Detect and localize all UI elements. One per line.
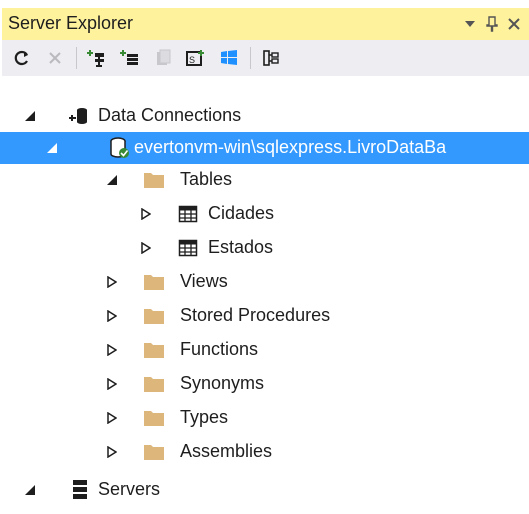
- connect-to-server-icon[interactable]: [117, 45, 143, 71]
- tree-label: Data Connections: [98, 105, 242, 125]
- tree-node-functions[interactable]: Functions: [0, 334, 529, 366]
- folder-icon: [142, 441, 166, 463]
- toolbar: S: [2, 40, 529, 76]
- tree-node-assemblies[interactable]: Assemblies: [0, 436, 529, 468]
- connect-to-azure-icon[interactable]: S: [183, 45, 209, 71]
- folder-icon: [142, 271, 166, 293]
- dropdown-arrow-icon[interactable]: [459, 11, 481, 37]
- tree-node-connection[interactable]: evertonvm-win\sqlexpress.LivroDataBa: [0, 132, 529, 164]
- expanded-arrow-icon[interactable]: [44, 140, 60, 156]
- close-icon[interactable]: [503, 11, 525, 37]
- tree-label: Estados: [208, 237, 274, 257]
- expanded-arrow-icon[interactable]: [104, 172, 120, 188]
- database-connection-icon: [108, 137, 132, 159]
- tree-label: Tables: [180, 169, 233, 189]
- tree-node-estados[interactable]: Estados: [0, 232, 529, 264]
- tree-node-views[interactable]: Views: [0, 266, 529, 298]
- properties-icon[interactable]: [258, 45, 284, 71]
- tree-node-cidades[interactable]: Cidades: [0, 198, 529, 230]
- table-icon: [176, 203, 200, 225]
- folder-icon: [142, 339, 166, 361]
- tree-label: Functions: [180, 339, 259, 359]
- connect-to-database-icon[interactable]: [84, 45, 110, 71]
- collapsed-arrow-icon[interactable]: [104, 342, 120, 358]
- table-icon: [176, 237, 200, 259]
- tree-label: Cidades: [208, 203, 275, 223]
- stop-icon[interactable]: [42, 45, 68, 71]
- tree-label: Types: [180, 407, 229, 427]
- collapsed-arrow-icon[interactable]: [104, 308, 120, 324]
- tree-node-tables[interactable]: Tables: [0, 164, 529, 196]
- tree-label: Servers: [98, 479, 161, 499]
- pin-icon[interactable]: [481, 11, 503, 37]
- collapsed-arrow-icon[interactable]: [138, 206, 154, 222]
- folder-icon: [142, 169, 166, 191]
- data-connections-icon: [66, 105, 90, 127]
- refresh-icon[interactable]: [9, 45, 35, 71]
- collapsed-arrow-icon[interactable]: [104, 376, 120, 392]
- toolbar-separator: [250, 47, 251, 69]
- tree-label: Assemblies: [180, 441, 273, 461]
- collapsed-arrow-icon[interactable]: [104, 444, 120, 460]
- folder-icon: [142, 305, 166, 327]
- folder-icon: [142, 407, 166, 429]
- tree-node-servers[interactable]: Servers: [0, 474, 529, 506]
- tree-label: Synonyms: [180, 373, 265, 393]
- collapsed-arrow-icon[interactable]: [104, 274, 120, 290]
- collapsed-arrow-icon[interactable]: [138, 240, 154, 256]
- expanded-arrow-icon[interactable]: [22, 108, 38, 124]
- expanded-arrow-icon[interactable]: [22, 482, 38, 498]
- tree-node-synonyms[interactable]: Synonyms: [0, 368, 529, 400]
- title-bar: Server Explorer: [2, 8, 529, 40]
- tree-node-stored-procedures[interactable]: Stored Procedures: [0, 300, 529, 332]
- server-explorer-panel: Server Explorer S Data Connections evert…: [0, 0, 529, 514]
- title-controls: [459, 11, 525, 37]
- collapsed-arrow-icon[interactable]: [104, 410, 120, 426]
- connect-to-sharepoint-icon[interactable]: [150, 45, 176, 71]
- folder-icon: [142, 373, 166, 395]
- svg-text:S: S: [189, 55, 195, 65]
- windows-icon[interactable]: [216, 45, 242, 71]
- panel-title: Server Explorer: [8, 13, 134, 33]
- servers-icon: [68, 479, 92, 501]
- tree-node-data-connections[interactable]: Data Connections: [0, 100, 529, 132]
- tree-node-server-partial[interactable]: [0, 506, 529, 514]
- tree-label: Views: [180, 271, 228, 291]
- toolbar-separator: [76, 47, 77, 69]
- server-icon: [104, 508, 128, 514]
- tree-node-types[interactable]: Types: [0, 402, 529, 434]
- tree-label: evertonvm-win\sqlexpress.LivroDataBa: [134, 137, 447, 157]
- tree-label: Stored Procedures: [180, 305, 331, 325]
